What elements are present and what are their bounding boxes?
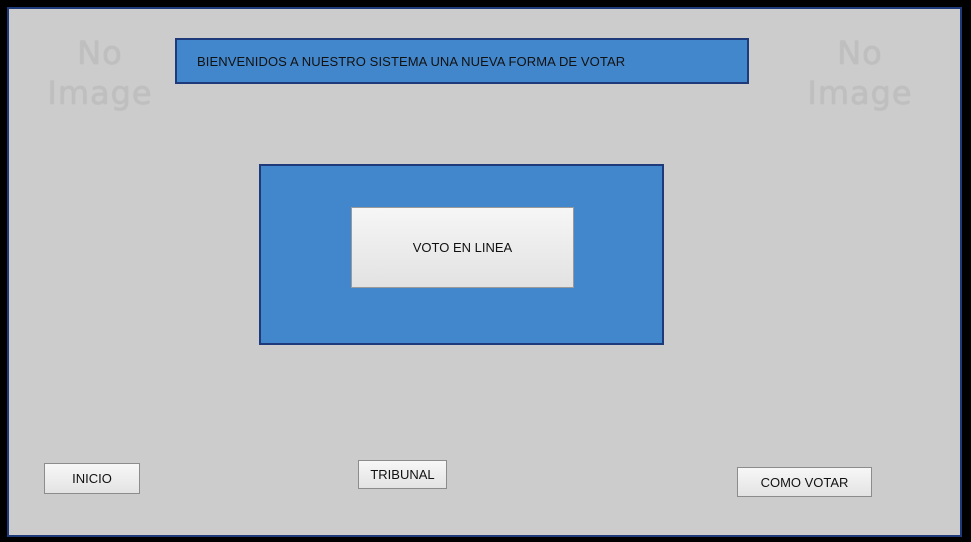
left-image-text-line-2: Image: [47, 74, 153, 112]
tribunal-button[interactable]: TRIBUNAL: [358, 460, 447, 489]
welcome-banner-text: BIENVENIDOS A NUESTRO SISTEMA UNA NUEVA …: [197, 53, 626, 69]
left-image-placeholder: No Image: [35, 33, 165, 113]
welcome-banner: BIENVENIDOS A NUESTRO SISTEMA UNA NUEVA …: [175, 38, 749, 84]
left-image-text-line-1: No: [77, 34, 123, 72]
vote-panel: VOTO EN LINEA: [259, 164, 664, 345]
inicio-button[interactable]: INICIO: [44, 463, 140, 494]
como-votar-button[interactable]: COMO VOTAR: [737, 467, 872, 497]
right-image-placeholder: No Image: [795, 33, 925, 113]
right-image-text-line-2: Image: [807, 74, 913, 112]
main-frame: No Image BIENVENIDOS A NUESTRO SISTEMA U…: [7, 7, 962, 537]
online-vote-button[interactable]: VOTO EN LINEA: [351, 207, 574, 288]
app-window: No Image BIENVENIDOS A NUESTRO SISTEMA U…: [0, 0, 971, 542]
right-image-text-line-1: No: [837, 34, 883, 72]
